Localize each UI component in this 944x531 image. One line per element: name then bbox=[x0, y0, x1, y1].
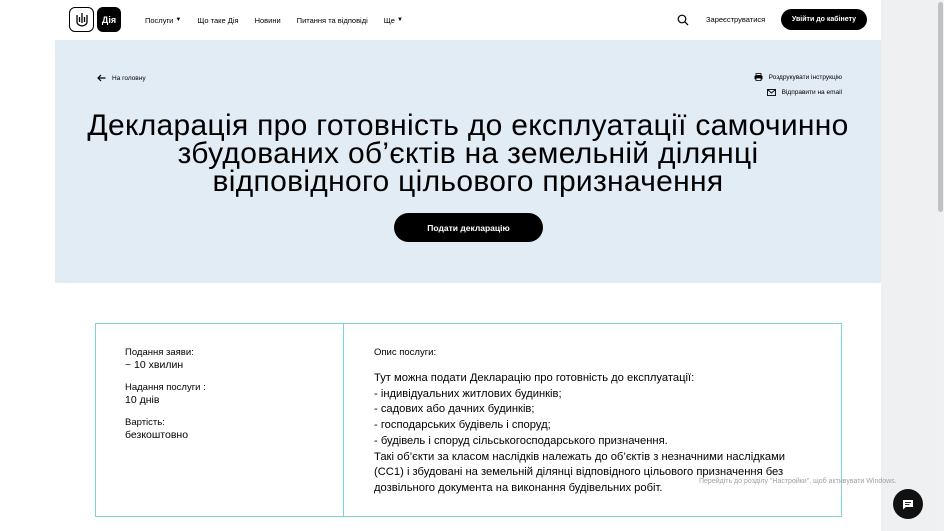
coat-of-arms-logo[interactable] bbox=[69, 7, 94, 32]
nav-faq[interactable]: Питання та відповіді bbox=[297, 16, 368, 25]
mail-icon bbox=[766, 89, 776, 96]
nav-what-is-diia[interactable]: Що таке Дія bbox=[197, 16, 238, 25]
printer-icon bbox=[754, 73, 763, 81]
print-instruction-label: Роздрукувати інструкцію bbox=[768, 73, 842, 81]
nav-services-label: Послуги bbox=[145, 15, 174, 25]
diia-logo-text: Дія bbox=[101, 14, 117, 25]
send-email-link[interactable]: Відправити на email bbox=[766, 89, 842, 96]
windows-activation-watermark: Перейдіть до розділу "Настройки", щоб ак… bbox=[699, 478, 897, 485]
description-label: Опис послуги: bbox=[374, 347, 437, 358]
service-time-label: Надання послуги : bbox=[125, 382, 206, 393]
diia-logo[interactable]: Дія bbox=[97, 7, 121, 32]
submit-declaration-button[interactable]: Подати декларацію bbox=[394, 213, 543, 242]
chat-icon bbox=[903, 499, 913, 509]
trident-icon bbox=[75, 12, 88, 27]
caret-down-icon: ▼ bbox=[175, 17, 182, 23]
submission-time-value: ~ 10 хвилин bbox=[125, 359, 184, 371]
nav-more-label: Ще bbox=[383, 15, 395, 25]
submission-time-label: Подання заяви: bbox=[125, 347, 194, 358]
scrollbar[interactable] bbox=[937, 0, 944, 531]
scrollbar-thumb[interactable] bbox=[938, 2, 943, 212]
back-home-link[interactable]: На головну bbox=[97, 74, 146, 82]
service-description: Опис послуги: Тут можна подати Деклараці… bbox=[344, 324, 841, 516]
cost-label: Вартість: bbox=[125, 417, 165, 428]
main-nav: Послуги ▼ Що таке Дія Новини Питання та в… bbox=[145, 0, 403, 40]
nav-news[interactable]: Новини bbox=[255, 16, 281, 25]
nav-faq-label: Питання та відповіді bbox=[296, 15, 368, 25]
cost-value: безкоштовно bbox=[125, 429, 189, 441]
site-header: Дія Послуги ▼ Що таке Дія Новини Питання … bbox=[55, 0, 881, 40]
back-home-label: На головну bbox=[112, 74, 146, 82]
service-time-value: 10 днів bbox=[125, 394, 160, 406]
left-margin bbox=[0, 0, 55, 531]
send-email-label: Відправити на email bbox=[781, 89, 842, 96]
nav-what-is-diia-label: Що таке Дія bbox=[197, 15, 239, 25]
hero-section: На головну Роздрукувати інструкцію Відпр… bbox=[55, 40, 881, 283]
chat-button[interactable] bbox=[893, 489, 923, 519]
service-meta: Подання заяви: ~ 10 хвилин Надання послу… bbox=[96, 324, 344, 516]
search-button[interactable] bbox=[677, 13, 689, 26]
nav-more[interactable]: Ще ▼ bbox=[384, 16, 403, 25]
page-title: Декларація про готовність до експлуатаці… bbox=[87, 109, 849, 198]
nav-news-label: Новини bbox=[254, 15, 281, 25]
register-link[interactable]: Зареєструватися bbox=[706, 15, 765, 24]
caret-down-icon: ▼ bbox=[396, 17, 403, 23]
arrow-left-icon bbox=[97, 74, 106, 82]
nav-services[interactable]: Послуги ▼ bbox=[145, 16, 181, 25]
print-instruction-link[interactable]: Роздрукувати інструкцію bbox=[754, 73, 842, 81]
login-button[interactable]: Увійти до кабінету bbox=[781, 9, 867, 30]
service-info-box: Подання заяви: ~ 10 хвилин Надання послу… bbox=[95, 323, 842, 517]
search-icon bbox=[677, 14, 689, 26]
